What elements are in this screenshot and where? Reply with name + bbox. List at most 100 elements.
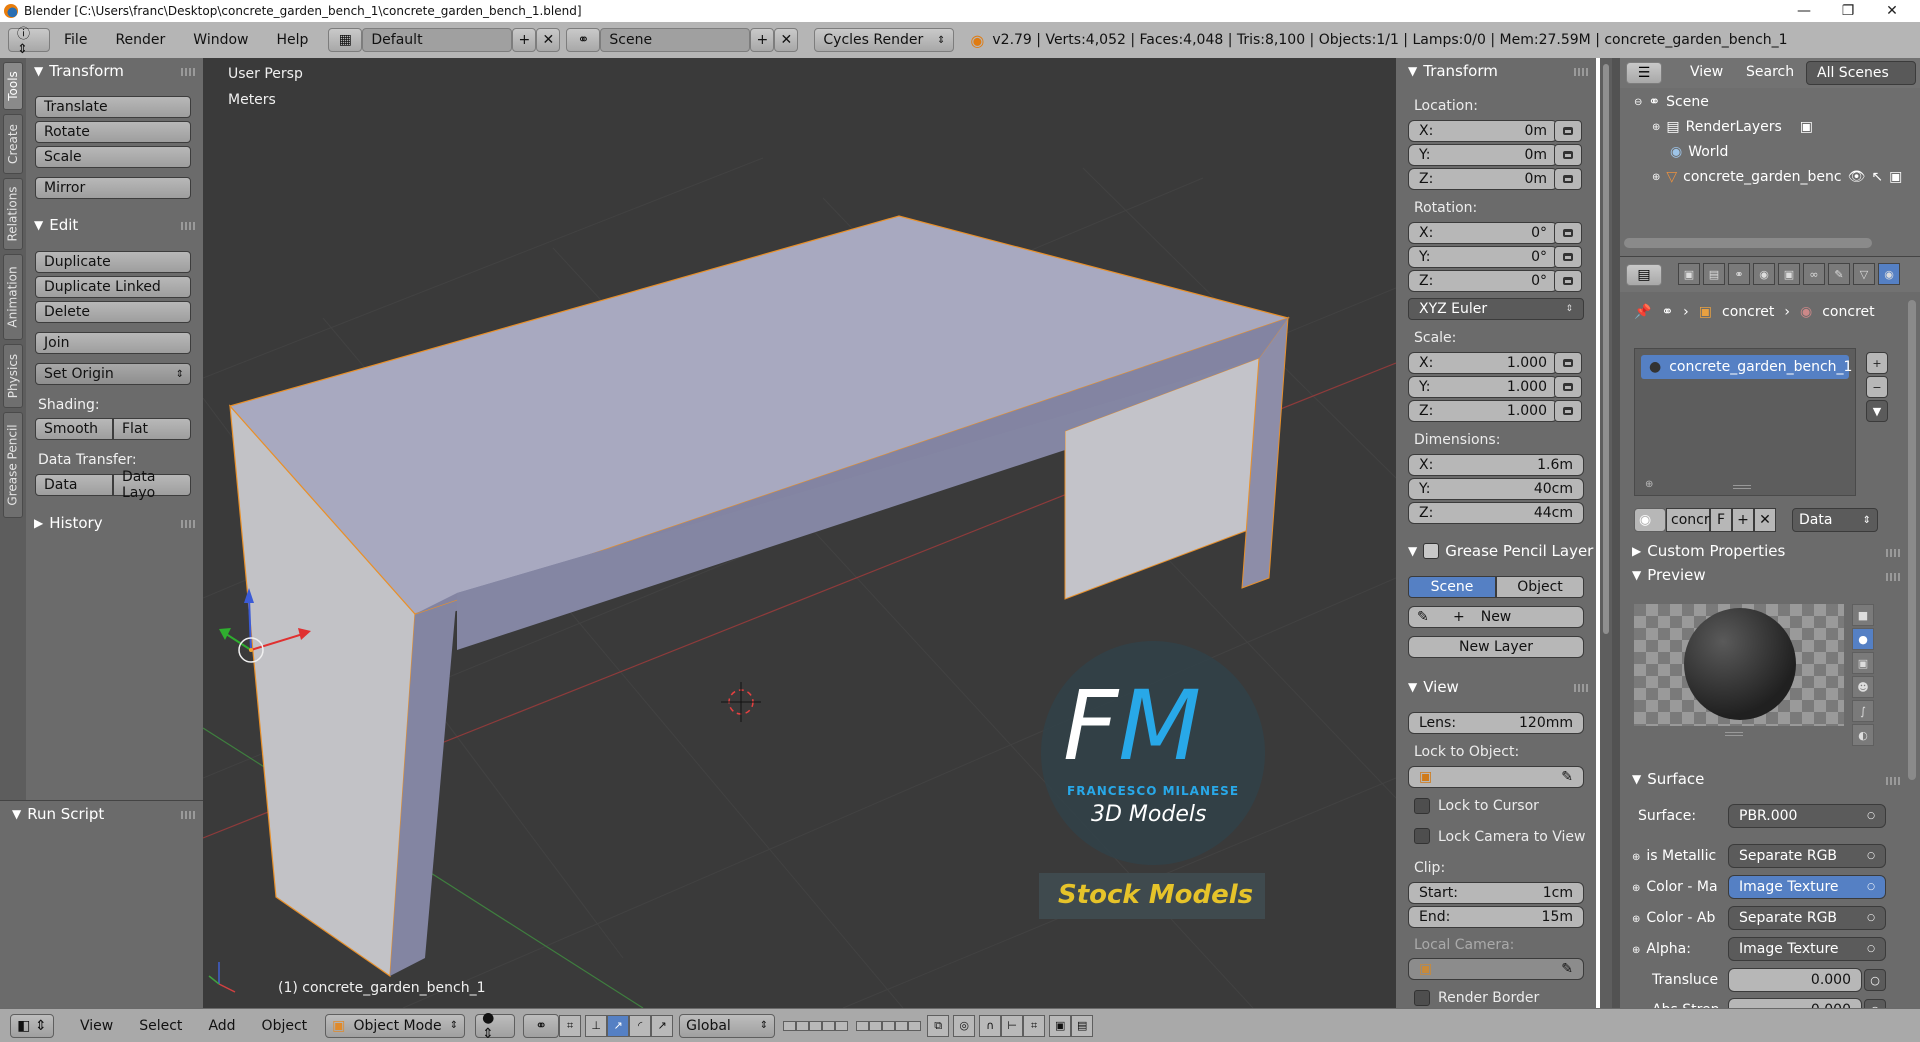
new-material-button[interactable]: + (1732, 508, 1754, 532)
rotate-manipulator-icon[interactable]: ◜ (629, 1014, 652, 1037)
render-border-checkbox[interactable] (1414, 990, 1430, 1006)
panel-grip-icon[interactable] (181, 68, 195, 76)
eyedropper-icon[interactable]: ✎ (1561, 769, 1573, 785)
scene-icon-button[interactable]: ⚭ (566, 28, 601, 52)
area-divider[interactable] (1612, 58, 1620, 1008)
tab-physics[interactable]: Physics (3, 344, 23, 408)
render-icon[interactable]: ▣ (1678, 263, 1700, 285)
list-filter-icon[interactable]: ⊕ (1645, 479, 1653, 490)
layer-5-button[interactable] (835, 1020, 849, 1031)
outliner-item-scene[interactable]: ⊖ ⚭ Scene (1634, 94, 1709, 110)
camera-render-icon[interactable]: ▣ (1889, 169, 1902, 185)
clip-end-field[interactable]: End: 15m (1408, 906, 1584, 928)
menu-select[interactable]: Select (113, 1018, 182, 1034)
material-browse-button[interactable]: ◉ (1634, 508, 1666, 532)
layer-3-button[interactable] (809, 1020, 823, 1031)
tab-grease-pencil[interactable]: Grease Pencil (3, 412, 23, 518)
menu-help[interactable]: Help (262, 32, 322, 48)
panel-grip-icon[interactable] (1886, 549, 1900, 557)
lock-icon[interactable] (1554, 168, 1582, 190)
dimension-x-field[interactable]: X: 1.6m (1408, 454, 1584, 476)
layer-8-button[interactable] (882, 1020, 896, 1031)
add-scene-button[interactable]: + (750, 28, 775, 52)
remove-scene-button[interactable]: ✕ (774, 28, 799, 52)
cursor-select-icon[interactable]: ↖ (1871, 169, 1883, 185)
input-alpha-select[interactable]: Image Texture ○ (1728, 937, 1886, 961)
material-icon[interactable]: ◉ (1878, 263, 1900, 285)
snap-element-icon[interactable]: ⊢ (1001, 1014, 1024, 1037)
rotation-z-field[interactable]: Z: 0° (1408, 270, 1558, 292)
layer-4-button[interactable] (822, 1020, 836, 1031)
menu-render[interactable]: Render (101, 32, 179, 48)
screen-layout-field[interactable]: Default (362, 28, 513, 52)
snap-target-icon[interactable]: ⌗ (1023, 1014, 1046, 1037)
proportional-edit-icon[interactable]: ◎ (953, 1014, 976, 1037)
render-layers-icon[interactable]: ▤ (1703, 263, 1725, 285)
fake-user-toggle[interactable]: F (1710, 508, 1732, 532)
panel-grip-icon[interactable] (1574, 68, 1588, 76)
scene-icon[interactable]: ⚭ (1728, 263, 1750, 285)
pivot-point-select[interactable]: ⚭ (523, 1013, 560, 1038)
translucency-socket-button[interactable]: ○ (1864, 969, 1886, 991)
scale-x-field[interactable]: X: 1.000 (1408, 352, 1558, 374)
layer-10-button[interactable] (908, 1020, 922, 1031)
dimension-y-field[interactable]: Y: 40cm (1408, 478, 1584, 500)
material-slot-list[interactable]: ● concrete_garden_bench_1 ⊕ (1634, 348, 1856, 496)
editor-type-info-button[interactable]: ⓘ ⇕ (8, 27, 50, 57)
duplicate-linked-button[interactable]: Duplicate Linked (35, 276, 191, 298)
local-camera-field[interactable]: ▣ ✎ (1408, 958, 1584, 980)
layer-9-button[interactable] (895, 1020, 909, 1031)
lock-layers-icon[interactable]: ⧉ (927, 1014, 950, 1037)
grease-pencil-header[interactable]: ▼ Grease Pencil Layer (1408, 540, 1593, 562)
lock-to-object-field[interactable]: ▣ ✎ (1408, 766, 1584, 788)
panel-grip-icon[interactable] (181, 520, 195, 528)
layer-7-button[interactable] (869, 1020, 883, 1031)
unlink-material-button[interactable]: ✕ (1754, 508, 1776, 532)
3d-viewport[interactable]: User Persp Meters (1) concrete_garden_be… (203, 58, 1396, 1008)
mirror-button[interactable]: Mirror (35, 177, 191, 199)
lock-icon[interactable] (1554, 246, 1582, 268)
n-transform-header[interactable]: ▼ Transform (1408, 60, 1498, 82)
render-engine-select[interactable]: Cycles Render ⇕ (814, 28, 955, 52)
lens-field[interactable]: Lens: 120mm (1408, 712, 1584, 734)
outliner-item-world[interactable]: ◉ World (1670, 144, 1728, 160)
run-script-panel-header[interactable]: ▼ Run Script (12, 803, 104, 825)
3d-cursor[interactable] (721, 682, 761, 722)
maximize-button[interactable]: ❐ (1826, 0, 1870, 22)
surface-shader-select[interactable]: PBR.000 ○ (1728, 804, 1886, 828)
scale-button[interactable]: Scale (35, 146, 191, 168)
outliner-display-mode-select[interactable]: All Scenes (1806, 61, 1916, 85)
translate-manipulator-icon[interactable]: ↗ (607, 1014, 630, 1037)
rotation-x-field[interactable]: X: 0° (1408, 222, 1558, 244)
gp-new-button[interactable]: ✎ + New (1408, 606, 1584, 628)
scale-y-field[interactable]: Y: 1.000 (1408, 376, 1558, 398)
data-layout-button[interactable]: Data Layo (113, 469, 191, 501)
list-resize-grip[interactable] (1733, 485, 1751, 489)
panel-grip-icon[interactable] (1886, 573, 1900, 581)
outliner-view-menu[interactable]: View (1690, 64, 1723, 80)
pin-icon[interactable]: 📌 (1634, 304, 1651, 320)
world-icon[interactable]: ◉ (1753, 263, 1775, 285)
preview-flat-icon[interactable]: ■ (1852, 604, 1874, 626)
dimension-z-field[interactable]: Z: 44cm (1408, 502, 1584, 524)
preview-hair-icon[interactable]: ∫ (1852, 700, 1874, 722)
screen-layout-icon-button[interactable]: ▦ (328, 28, 363, 52)
gp-scene-toggle[interactable]: Scene (1408, 576, 1496, 598)
lock-icon[interactable] (1554, 270, 1582, 292)
custom-properties-header[interactable]: ▶ Custom Properties (1632, 540, 1785, 562)
gp-object-toggle[interactable]: Object (1496, 576, 1584, 598)
view-panel-header[interactable]: ▼ View (1408, 676, 1459, 698)
remove-material-slot-button[interactable]: − (1866, 376, 1888, 398)
properties-scrollbar[interactable] (1908, 300, 1916, 780)
gp-new-layer-button[interactable]: New Layer (1408, 636, 1584, 658)
transform-panel-header[interactable]: ▼ Transform (34, 60, 124, 82)
add-material-slot-button[interactable]: + (1866, 352, 1888, 374)
join-button[interactable]: Join (35, 332, 191, 354)
panel-grip-icon[interactable] (181, 222, 195, 230)
outliner-item-renderlayers[interactable]: ⊕ ▤ RenderLayers ▣ (1652, 119, 1813, 135)
tab-create[interactable]: Create (3, 114, 23, 174)
median-point-icon[interactable]: ⌗ (559, 1014, 582, 1037)
interaction-mode-select[interactable]: ▣ Object Mode ⇕ (325, 1013, 466, 1038)
surface-header[interactable]: ▼ Surface (1632, 768, 1704, 790)
lock-icon[interactable] (1554, 120, 1582, 142)
